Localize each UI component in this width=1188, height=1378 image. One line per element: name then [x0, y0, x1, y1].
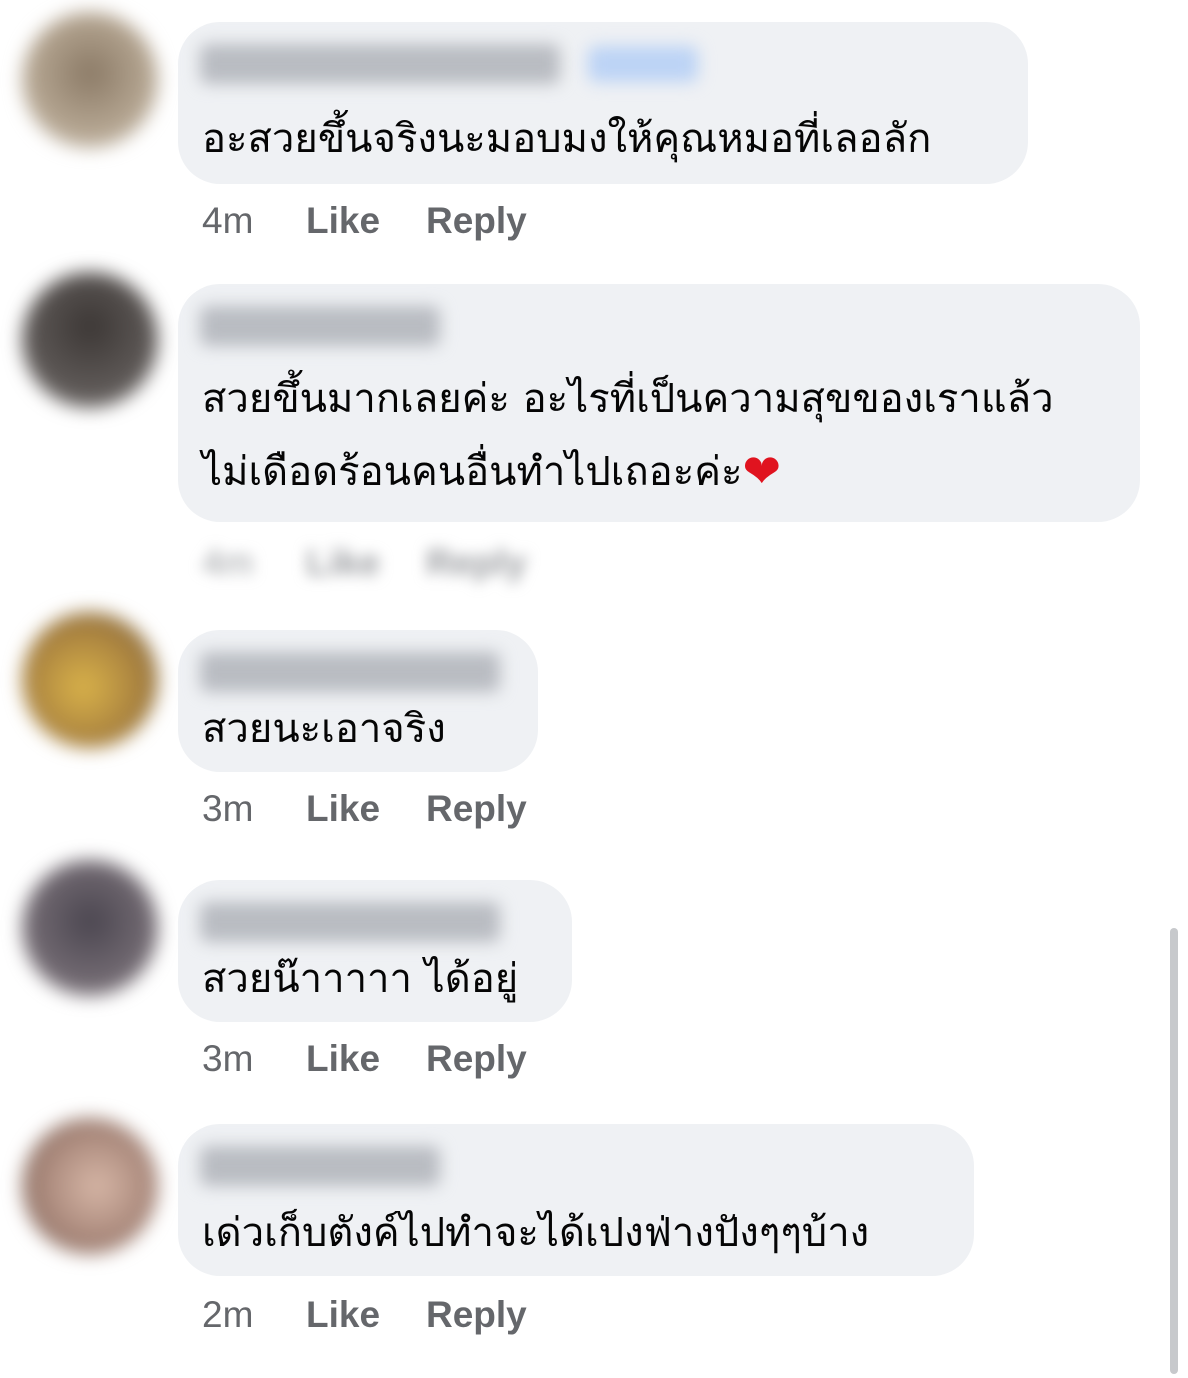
reply-button[interactable]: Reply — [426, 538, 527, 588]
reply-button[interactable]: Reply — [426, 1290, 527, 1340]
author-name-blurred[interactable] — [200, 902, 500, 942]
reply-button[interactable]: Reply — [426, 196, 527, 246]
like-button[interactable]: Like — [306, 538, 380, 588]
reply-button[interactable]: Reply — [426, 784, 527, 834]
avatar[interactable] — [22, 612, 158, 748]
like-button[interactable]: Like — [306, 1034, 380, 1084]
timestamp[interactable]: 4m — [202, 196, 253, 246]
timestamp[interactable]: 2m — [202, 1290, 253, 1340]
comment-bubble: อะสวยขึ้นจริงนะมอบมงให้คุณหมอที่เลอลัก — [178, 22, 1028, 184]
like-button[interactable]: Like — [306, 196, 380, 246]
comment-text-line-2-text: ไม่เดือดร้อนคนอื่นทำไปเถอะค่ะ — [202, 449, 743, 495]
author-name-blurred[interactable] — [200, 44, 560, 84]
author-name-blurred[interactable] — [200, 1146, 440, 1186]
timestamp[interactable]: 3m — [202, 1034, 253, 1084]
author-name-blurred[interactable] — [200, 306, 440, 346]
like-button[interactable]: Like — [306, 784, 380, 834]
author-name-blurred[interactable] — [200, 652, 500, 692]
comment-text: อะสวยขึ้นจริงนะมอบมงให้คุณหมอที่เลอลัก — [202, 116, 932, 162]
comment-bubble: สวยนะเอาจริง — [178, 630, 538, 772]
comment-text-line-1: สวยขึ้นมากเลยค่ะ อะไรที่เป็นความสุขของเร… — [202, 376, 1054, 422]
comment-text: เด่วเก็บตังค์ไปทำจะได้เปงฟ่างปังๆๆบ้าง — [202, 1210, 870, 1256]
comment-text: สวยนะเอาจริง — [202, 706, 446, 752]
avatar[interactable] — [22, 272, 158, 408]
reply-button[interactable]: Reply — [426, 1034, 527, 1084]
comment-bubble: เด่วเก็บตังค์ไปทำจะได้เปงฟ่างปังๆๆบ้าง — [178, 1124, 974, 1276]
heart-emoji-icon: ❤ — [742, 444, 781, 498]
like-button[interactable]: Like — [306, 1290, 380, 1340]
comment-text-line-2: ไม่เดือดร้อนคนอื่นทำไปเถอะค่ะ❤ — [202, 434, 781, 509]
timestamp[interactable]: 4m — [202, 538, 253, 588]
avatar[interactable] — [22, 860, 158, 996]
comment-bubble: สวยขึ้นมากเลยค่ะ อะไรที่เป็นความสุขของเร… — [178, 284, 1140, 522]
avatar[interactable] — [22, 1118, 158, 1254]
avatar[interactable] — [22, 12, 158, 148]
comment-text: สวยน๊าาาาา ได้อยู่ — [202, 956, 519, 1002]
timestamp[interactable]: 3m — [202, 784, 253, 834]
scrollbar[interactable] — [1170, 928, 1178, 1374]
comment-bubble: สวยน๊าาาาา ได้อยู่ — [178, 880, 572, 1022]
author-tag-blurred — [588, 46, 698, 82]
